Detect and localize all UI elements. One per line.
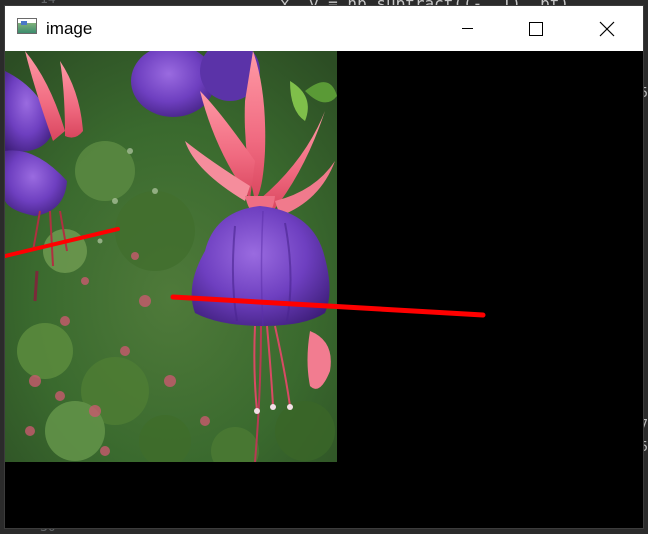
drawn-lines-overlay — [5, 227, 486, 318]
image-window: image — [5, 6, 643, 528]
window-title: image — [46, 19, 93, 38]
image-viewer-icon — [17, 18, 37, 34]
maximize-icon — [529, 21, 543, 36]
close-icon — [599, 21, 615, 36]
close-button[interactable] — [584, 6, 630, 51]
image-canvas[interactable] — [5, 51, 643, 528]
title-bar[interactable]: image — [5, 6, 643, 51]
minimize-icon — [461, 28, 473, 29]
red-line-left — [5, 227, 120, 258]
minimize-button[interactable] — [444, 6, 490, 51]
maximize-button[interactable] — [513, 6, 559, 51]
red-line-main — [170, 294, 486, 318]
desktop: 14 x, y = np.subtract((-, 1), pt) 30 5 7… — [0, 0, 648, 534]
